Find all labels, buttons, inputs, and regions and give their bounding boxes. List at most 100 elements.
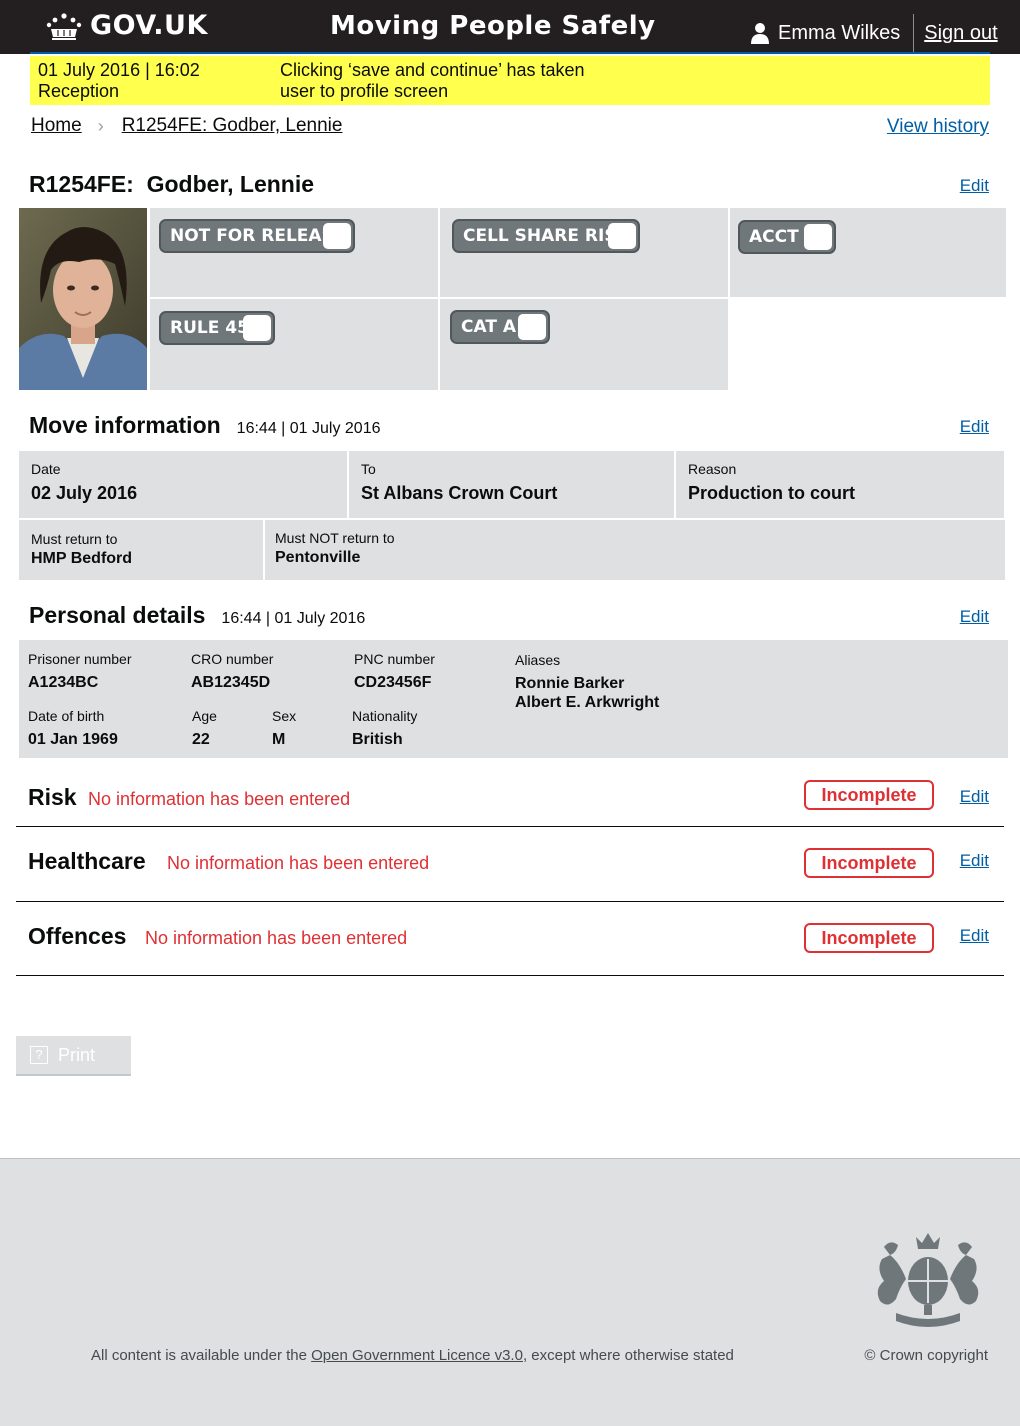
move-reason-cell: Reason Production to court [676,451,1004,518]
offences-empty-message: No information has been entered [145,928,408,948]
personal-details-panel: Prisoner number A1234BC CRO number AB123… [19,640,1008,758]
nationality-field: Nationality British [352,708,417,749]
move-reason-label: Reason [688,461,737,477]
alias-2: Albert E. Arkwright [515,694,660,711]
age-field: Age 22 [192,708,217,749]
prisoner-name: Godber, Lennie [146,171,315,197]
section-divider [16,826,1004,827]
crown-copyright[interactable]: © Crown copyright [864,1347,988,1364]
cro-number-label: CRO number [191,651,274,667]
move-timestamp: 16:44 | 01 July 2016 [236,420,381,437]
flag-cell-cell-share-risk: CELL SHARE RISK [440,208,728,297]
healthcare-edit-link[interactable]: Edit [960,851,989,871]
move-reason-value: Production to court [688,483,855,503]
cro-number-value: AB12345D [191,674,271,691]
dob-field: Date of birth 01 Jan 1969 [28,708,118,749]
healthcare-heading: Healthcare [28,848,146,874]
risk-empty-message: No information has been entered [88,789,351,809]
flag-checkbox[interactable] [518,314,546,340]
age-value: 22 [192,731,210,748]
section-divider [16,901,1004,902]
flag-checkbox[interactable] [323,223,351,249]
personal-timestamp: 16:44 | 01 July 2016 [221,610,366,627]
service-name[interactable]: Moving People Safely [330,11,656,41]
personal-details-heading: Personal details 16:44 | 01 July 2016 [29,602,365,629]
move-title: Move information [29,412,221,438]
nationality-value: British [352,731,403,748]
age-label: Age [192,708,217,724]
flag-cat-a[interactable]: CAT A [450,310,550,344]
flag-cell-acct: ACCT [730,208,1006,297]
must-return-label: Must return to [31,531,118,547]
royal-coat-of-arms-icon [877,1233,979,1327]
offences-heading: Offences [28,923,127,949]
move-date-label: Date [31,461,61,477]
cro-number-field: CRO number AB12345D [191,651,273,692]
note-location: Reception [38,81,120,101]
logo-text: GOV.UK [90,10,208,41]
print-label: Print [58,1044,96,1065]
must-not-return-label: Must NOT return to [275,530,395,546]
flag-not-for-release[interactable]: NOT FOR RELEASE [159,219,355,253]
prisoner-photo [19,208,147,390]
personal-title: Personal details [29,602,206,628]
breadcrumb: Home › R1254FE: Godber, Lennie [31,115,342,137]
pnc-number-field: PNC number CD23456F [354,651,435,692]
must-not-return-cell: Must NOT return to Pentonville [265,520,1005,580]
flags-panel: NOT FOR RELEASE CELL SHARE RISK ACCT RUL… [150,208,1006,390]
profile-edit-link[interactable]: Edit [960,176,989,196]
flag-checkbox[interactable] [804,224,832,250]
alias-1: Ronnie Barker [515,675,625,692]
govuk-logo[interactable]: GOV.UK [46,10,208,41]
flag-checkbox[interactable] [608,223,636,249]
risk-edit-link[interactable]: Edit [960,787,989,807]
note-datetime: 01 July 2016 | 16:02 [38,60,200,80]
sex-value: M [272,731,286,748]
aliases-field: Aliases Ronnie Barker Albert E. Arkwrigh… [515,652,659,712]
person-icon [751,23,769,44]
aliases-label: Aliases [515,652,561,668]
crown-icon [46,12,82,40]
move-information-heading: Move information 16:44 | 01 July 2016 [29,412,381,439]
offences-edit-link[interactable]: Edit [960,926,989,946]
flag-acct[interactable]: ACCT [738,220,836,254]
ogl-link[interactable]: Open Government Licence v3.0 [311,1347,523,1364]
site-header: GOV.UK Moving People Safely Emma Wilkes … [0,0,1020,54]
licence-suffix: , except where otherwise stated [522,1347,734,1364]
flag-cell-not-for-release: NOT FOR RELEASE [150,208,438,297]
pnc-number-label: PNC number [354,651,435,667]
must-return-value: HMP Bedford [31,550,133,567]
offences-status-badge: Incomplete [804,923,934,953]
header-divider [913,14,915,52]
flag-checkbox[interactable] [243,315,271,341]
sign-out-link[interactable]: Sign out [924,22,997,45]
move-to-cell: To St Albans Crown Court [349,451,674,518]
personal-edit-link[interactable]: Edit [960,607,989,627]
header-accent-bar [30,52,990,54]
flag-label: RULE 45 [170,318,249,338]
section-divider [16,975,1004,976]
breadcrumb-home[interactable]: Home [31,115,82,137]
prisoner-id: R1254FE: [29,171,134,197]
prisoner-number-field: Prisoner number A1234BC [28,651,132,692]
flag-cell-share-risk[interactable]: CELL SHARE RISK [452,219,640,253]
nationality-label: Nationality [352,708,418,724]
view-history-link[interactable]: View history [887,116,989,138]
note-text-line2: user to profile screen [280,81,449,101]
sex-label: Sex [272,708,297,724]
healthcare-empty-message: No information has been entered [167,853,430,873]
breadcrumb-current[interactable]: R1254FE: Godber, Lennie [122,115,343,137]
prisoner-number-value: A1234BC [28,674,99,691]
chevron-right-icon: › [97,115,104,136]
pnc-number-value: CD23456F [354,674,432,691]
flag-cell-rule-45: RULE 45 [150,299,438,390]
move-edit-link[interactable]: Edit [960,417,989,437]
note-text-line1: Clicking ‘save and continue’ has taken [280,60,585,80]
licence-text: All content is available under the Open … [91,1347,734,1364]
dob-label: Date of birth [28,708,105,724]
print-button[interactable]: ? Print [16,1036,131,1076]
must-return-cell: Must return to HMP Bedford [19,520,263,580]
flag-label: NOT FOR RELEASE [170,226,346,246]
risk-status-badge: Incomplete [804,780,934,810]
flag-rule-45[interactable]: RULE 45 [159,311,275,345]
